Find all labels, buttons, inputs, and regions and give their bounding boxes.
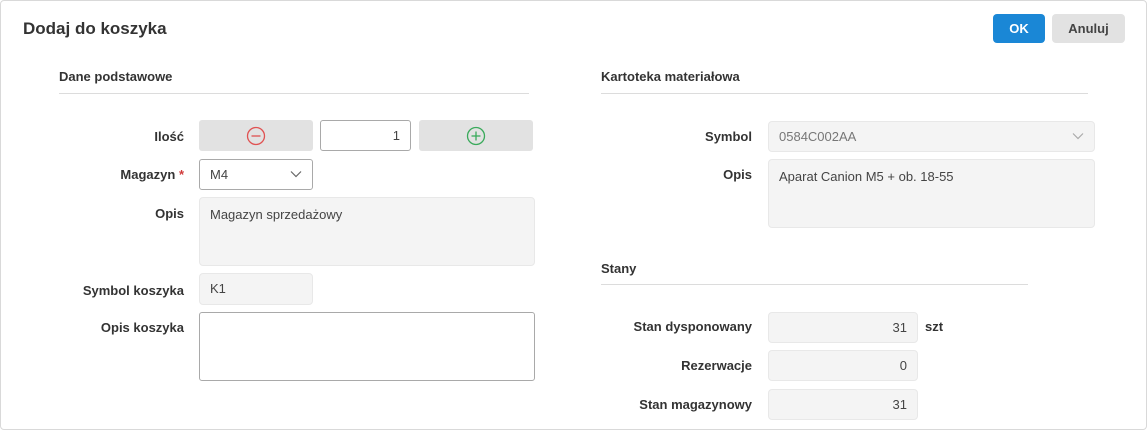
cancel-button[interactable]: Anuluj [1052, 14, 1125, 43]
warehouse-stock-label: Stan magazynowy [639, 397, 752, 412]
ok-button[interactable]: OK [993, 14, 1045, 43]
section-title-basic: Dane podstawowe [59, 69, 173, 84]
symbol-select-value: 0584C002AA [779, 129, 857, 144]
chevron-down-icon [1072, 133, 1084, 140]
reservations-label: Rezerwacje [681, 358, 752, 373]
warehouse-select[interactable]: M4 [199, 159, 313, 190]
warehouse-select-value: M4 [210, 167, 229, 182]
section-divider-material [601, 93, 1088, 94]
cart-description-textarea[interactable] [199, 312, 535, 381]
required-mark: * [178, 167, 184, 182]
symbol-label: Symbol [705, 129, 752, 144]
decrement-button[interactable] [199, 120, 313, 151]
description-label: Opis [155, 206, 184, 221]
material-description-label: Opis [723, 167, 752, 182]
cart-description-label: Opis koszyka [100, 320, 184, 335]
section-divider-stock [601, 284, 1028, 285]
warehouse-label: Magazyn * [120, 167, 184, 182]
reservations-field: 0 [768, 350, 918, 381]
available-stock-label: Stan dysponowany [633, 319, 752, 334]
quantity-input[interactable]: 1 [320, 120, 411, 151]
plus-circle-icon [466, 126, 486, 145]
warehouse-label-text: Magazyn [120, 167, 176, 182]
section-title-stock: Stany [601, 261, 637, 276]
minus-circle-icon [246, 126, 266, 145]
dialog-title: Dodaj do koszyka [23, 19, 167, 38]
warehouse-description: Magazyn sprzedażowy [199, 197, 535, 266]
quantity-label: Ilość [154, 129, 184, 144]
available-stock-field: 31 [768, 312, 918, 343]
section-divider-basic [59, 93, 529, 94]
warehouse-stock-field: 31 [768, 389, 918, 420]
cart-symbol-field: K1 [199, 273, 313, 305]
material-description: Aparat Canion M5 + ob. 18-55 [768, 159, 1095, 228]
section-title-material: Kartoteka materiałowa [601, 69, 740, 84]
chevron-down-icon [290, 171, 302, 178]
unit-label: szt [925, 319, 944, 334]
cart-symbol-label: Symbol koszyka [82, 283, 184, 298]
symbol-select: 0584C002AA [768, 121, 1095, 152]
increment-button[interactable] [419, 120, 533, 151]
